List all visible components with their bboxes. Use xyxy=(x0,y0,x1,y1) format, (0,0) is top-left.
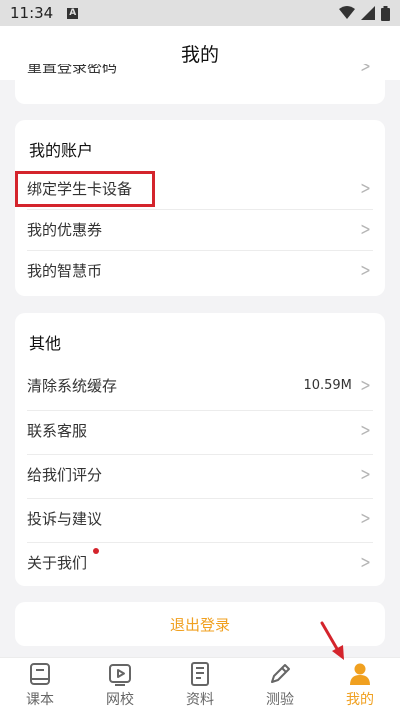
wisdom-coins-row[interactable]: 我的智慧币 > xyxy=(27,250,373,290)
tab-quiz-label: 测验 xyxy=(266,692,294,708)
about-us-row[interactable]: 关于我们 > xyxy=(27,542,373,582)
account-section-title: 我的账户 xyxy=(29,141,94,160)
bottom-tab-bar: 课本 网校 资料 测验 我的 xyxy=(0,657,400,712)
chevron-right-icon: > xyxy=(360,420,371,441)
clear-cache-label: 清除系统缓存 xyxy=(27,376,118,395)
tab-online-school-label: 网校 xyxy=(106,692,134,708)
rate-us-row[interactable]: 给我们评分 > xyxy=(27,454,373,494)
tab-quiz[interactable]: 测验 xyxy=(240,658,320,712)
tab-textbook-label: 课本 xyxy=(26,692,54,708)
bind-student-card-row[interactable]: 绑定学生卡设备 > xyxy=(27,168,373,208)
reset-password-label: 重置登录密码 xyxy=(27,64,118,76)
coupons-row[interactable]: 我的优惠券 > xyxy=(27,209,373,249)
chevron-right-icon: > xyxy=(360,508,371,529)
cache-size-value: 10.59M xyxy=(303,377,352,393)
chevron-right-icon: > xyxy=(360,374,371,396)
wisdom-coins-label: 我的智慧币 xyxy=(27,262,103,280)
tab-mine-label: 我的 xyxy=(346,692,374,708)
reset-password-row[interactable]: 重置登录密码 > xyxy=(27,64,373,86)
tab-mine[interactable]: 我的 xyxy=(320,658,400,712)
signal-icon xyxy=(361,6,375,20)
tab-materials-label: 资料 xyxy=(186,692,214,708)
about-us-label: 关于我们 xyxy=(27,554,88,572)
contact-service-label: 联系客服 xyxy=(27,422,88,440)
book-icon xyxy=(30,663,50,685)
chevron-right-icon: > xyxy=(360,464,371,485)
coupons-label: 我的优惠券 xyxy=(27,221,103,239)
video-icon xyxy=(109,664,131,686)
feedback-row[interactable]: 投诉与建议 > xyxy=(27,498,373,538)
other-section-title: 其他 xyxy=(29,334,62,353)
logout-button[interactable]: 退出登录 xyxy=(15,602,385,646)
status-time: 11:34 xyxy=(10,4,54,22)
tab-materials[interactable]: 资料 xyxy=(160,658,240,712)
chevron-right-icon: > xyxy=(360,219,371,240)
feedback-label: 投诉与建议 xyxy=(27,510,103,528)
chevron-right-icon: > xyxy=(360,552,371,573)
tab-textbook[interactable]: 课本 xyxy=(0,658,80,712)
wifi-icon xyxy=(339,6,355,19)
document-icon xyxy=(191,662,209,686)
chevron-right-icon: > xyxy=(360,260,371,281)
bind-student-card-label: 绑定学生卡设备 xyxy=(27,179,133,198)
pencil-icon xyxy=(271,664,290,683)
notification-icon: A xyxy=(67,7,79,19)
user-icon xyxy=(350,663,370,685)
clear-cache-row[interactable]: 清除系统缓存 10.59M > xyxy=(27,365,373,405)
logout-label: 退出登录 xyxy=(169,615,230,634)
security-card: 重置登录密码 > xyxy=(15,64,385,104)
rate-us-label: 给我们评分 xyxy=(27,466,103,484)
status-bar: 11:34 A xyxy=(0,0,400,26)
contact-service-row[interactable]: 联系客服 > xyxy=(27,410,373,450)
page-title: 我的 xyxy=(180,43,219,66)
other-card: 其他 清除系统缓存 10.59M > 联系客服 > 给我们评分 > 投诉与建议 … xyxy=(15,313,385,586)
chevron-right-icon: > xyxy=(360,64,371,77)
chevron-right-icon: > xyxy=(360,177,371,199)
tab-online-school[interactable]: 网校 xyxy=(80,658,160,712)
account-card: 我的账户 绑定学生卡设备 > 我的优惠券 > 我的智慧币 > xyxy=(15,120,385,296)
new-badge-dot xyxy=(93,548,100,554)
battery-icon xyxy=(381,5,390,21)
